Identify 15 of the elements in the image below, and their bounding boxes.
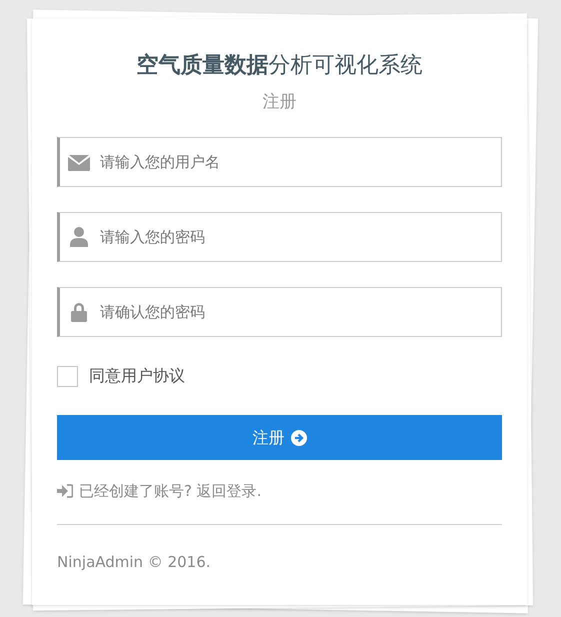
sign-in-icon bbox=[57, 484, 73, 498]
app-title: 空气质量数据分析可视化系统 bbox=[136, 52, 424, 80]
input-field[interactable]: 请输入您的密码 bbox=[57, 212, 502, 262]
login-link[interactable]: 已经创建了账号? 返回登录. bbox=[57, 480, 502, 502]
user-icon bbox=[70, 227, 88, 247]
input-field[interactable]: 请确认您的密码 bbox=[57, 287, 502, 337]
register-button[interactable]: 注册 bbox=[57, 415, 502, 460]
page-subtitle: 注册 bbox=[262, 91, 298, 114]
input-field[interactable]: 请输入您的用户名 bbox=[57, 137, 502, 187]
footer-text: NinjaAdmin © 2016. bbox=[57, 552, 212, 572]
agree-label: 同意用户协议 bbox=[89, 365, 185, 387]
lock-icon bbox=[71, 302, 87, 322]
agree-checkbox[interactable] bbox=[57, 366, 78, 386]
envelope-icon bbox=[68, 154, 90, 170]
arrow-circle-icon bbox=[290, 430, 306, 446]
